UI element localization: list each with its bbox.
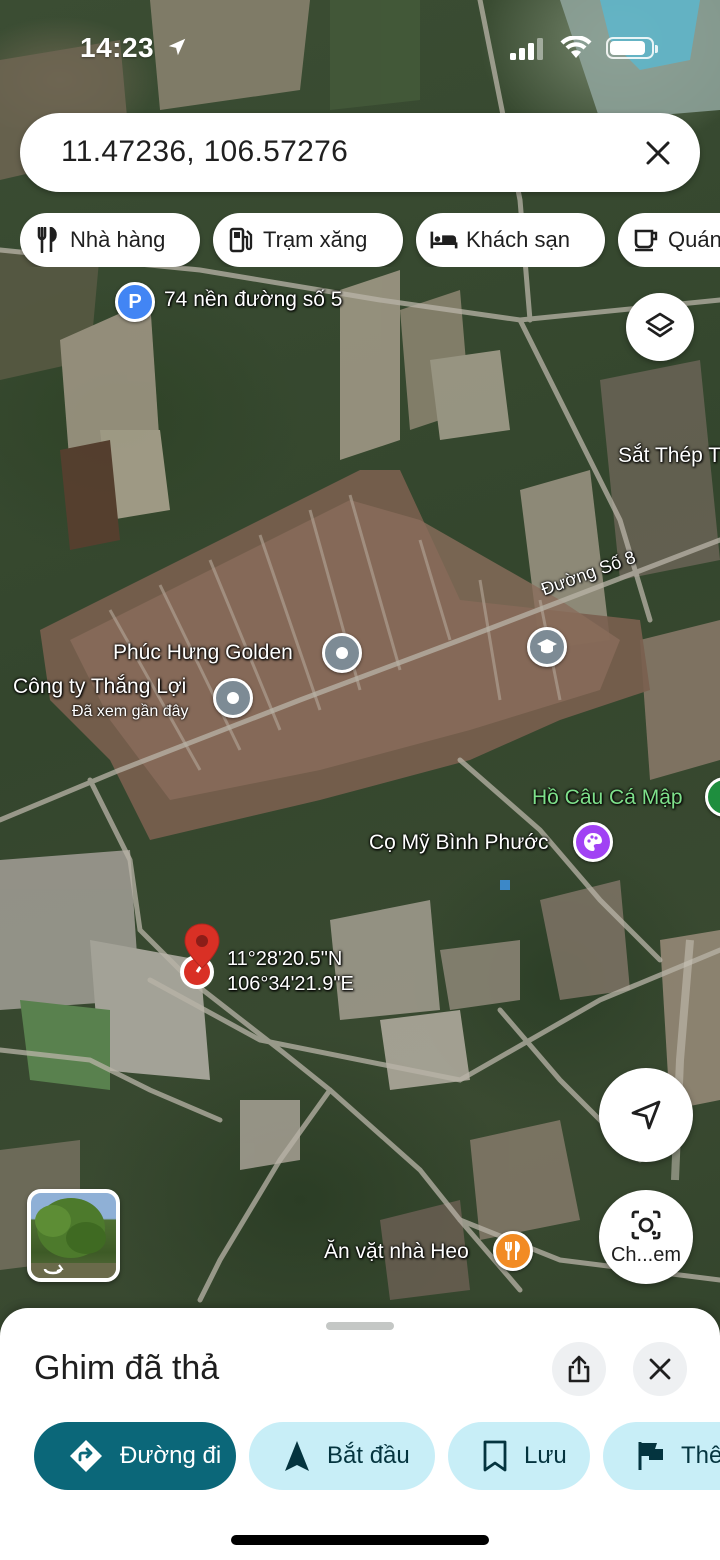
poi-label-steel[interactable]: Sắt Thép T xyxy=(618,444,720,468)
chip-cafes[interactable]: Quán xyxy=(618,213,720,267)
pin-longitude: 106°34'21.9"E xyxy=(227,973,354,995)
place-bottom-sheet[interactable]: Ghim đã thả Đường đi Bắt đầu Lưu Thê xyxy=(0,1308,720,1560)
add-label-button[interactable]: Thê xyxy=(603,1422,720,1490)
map-layers-button[interactable] xyxy=(626,293,694,361)
chip-hotels[interactable]: Khách sạn xyxy=(416,213,605,267)
directions-icon xyxy=(70,1440,102,1472)
flag-icon xyxy=(638,1442,663,1470)
chip-label: Trạm xăng xyxy=(263,227,368,252)
clear-search-button[interactable] xyxy=(640,135,676,171)
share-button[interactable] xyxy=(552,1342,606,1396)
poi-label-co-my[interactable]: Cọ Mỹ Bình Phước xyxy=(369,831,549,855)
street-view-image xyxy=(31,1198,116,1278)
navigation-arrow-icon xyxy=(285,1441,309,1471)
chip-label: Khách sạn xyxy=(466,227,570,252)
status-time: 14:23 xyxy=(80,32,155,63)
restaurant-icon xyxy=(505,1241,520,1260)
chip-label: Nhà hàng xyxy=(70,227,166,252)
sheet-drag-handle[interactable] xyxy=(326,1322,394,1330)
battery-icon xyxy=(606,37,658,59)
pin-coordinates: 11°28'20.5"N 106°34'21.9"E xyxy=(227,947,354,997)
close-icon xyxy=(649,1358,671,1380)
wifi-icon xyxy=(560,36,592,58)
graduation-cap-icon xyxy=(537,639,557,654)
dropped-pin[interactable] xyxy=(176,922,228,1000)
poi-label-ho-cau[interactable]: Hồ Câu Cá Mập xyxy=(532,786,683,810)
status-bar: 14:23 xyxy=(0,0,720,100)
place-dot-icon xyxy=(227,692,239,704)
close-sheet-button[interactable] xyxy=(633,1342,687,1396)
art-poi[interactable] xyxy=(573,822,613,862)
parking-icon: P xyxy=(128,290,142,313)
bookmark-icon xyxy=(483,1440,507,1472)
chip-label: Quán xyxy=(668,227,720,252)
restaurant-icon xyxy=(34,226,62,254)
search-query[interactable]: 11.47236, 106.57276 xyxy=(61,135,348,169)
location-arrow-icon xyxy=(168,38,186,56)
palette-icon xyxy=(584,833,602,851)
poi-label-an-vat[interactable]: Ăn vặt nhà Heo xyxy=(324,1240,469,1264)
directions-button[interactable]: Đường đi xyxy=(34,1422,236,1490)
action-buttons-row: Đường đi Bắt đầu Lưu Thê xyxy=(0,1422,720,1490)
chip-restaurants[interactable]: Nhà hàng xyxy=(20,213,200,267)
pin-latitude: 11°28'20.5"N xyxy=(227,948,343,970)
place-poi-phuc-hung[interactable] xyxy=(322,633,362,673)
school-poi[interactable] xyxy=(527,627,567,667)
action-label: Lưu xyxy=(524,1442,567,1469)
lens-label: Ch...em xyxy=(610,1243,682,1266)
poi-label-phuc-hung[interactable]: Phúc Hưng Golden xyxy=(113,641,293,665)
save-button[interactable]: Lưu xyxy=(448,1422,590,1490)
search-bar[interactable]: 11.47236, 106.57276 xyxy=(20,113,700,192)
close-icon xyxy=(646,141,670,165)
poi-label-parking[interactable]: 74 nền đường số 5 xyxy=(164,288,342,312)
poi-label-thang-loi[interactable]: Công ty Thắng Lợi xyxy=(13,675,186,699)
cellular-signal-icon xyxy=(510,38,543,60)
parking-poi[interactable]: P xyxy=(115,282,155,322)
place-dot-icon xyxy=(336,647,348,659)
food-poi[interactable] xyxy=(493,1231,533,1271)
hotel-icon xyxy=(430,226,458,254)
action-label: Đường đi xyxy=(120,1442,222,1469)
navigation-arrow-icon xyxy=(631,1100,661,1130)
my-location-button[interactable] xyxy=(599,1068,693,1162)
share-icon xyxy=(568,1355,590,1383)
poi-sublabel-recent: Đã xem gần đây xyxy=(72,703,189,720)
lens-search-button[interactable]: Ch...em xyxy=(599,1190,693,1284)
gas-station-icon xyxy=(227,226,255,254)
camera-lens-icon xyxy=(631,1210,661,1239)
street-view-thumbnail[interactable] xyxy=(27,1189,120,1282)
action-label: Bắt đầu xyxy=(327,1442,410,1469)
map-pin-icon xyxy=(180,923,220,989)
chip-gas-stations[interactable]: Trạm xăng xyxy=(213,213,403,267)
action-label: Thê xyxy=(681,1442,720,1469)
layers-icon xyxy=(645,312,675,338)
start-navigation-button[interactable]: Bắt đầu xyxy=(249,1422,435,1490)
home-indicator[interactable] xyxy=(231,1535,489,1545)
sheet-title: Ghim đã thả xyxy=(34,1349,220,1387)
cafe-icon xyxy=(632,226,660,254)
category-chips: Nhà hàng Trạm xăng Khách sạn Quán xyxy=(20,213,720,267)
place-poi-thang-loi[interactable] xyxy=(213,678,253,718)
